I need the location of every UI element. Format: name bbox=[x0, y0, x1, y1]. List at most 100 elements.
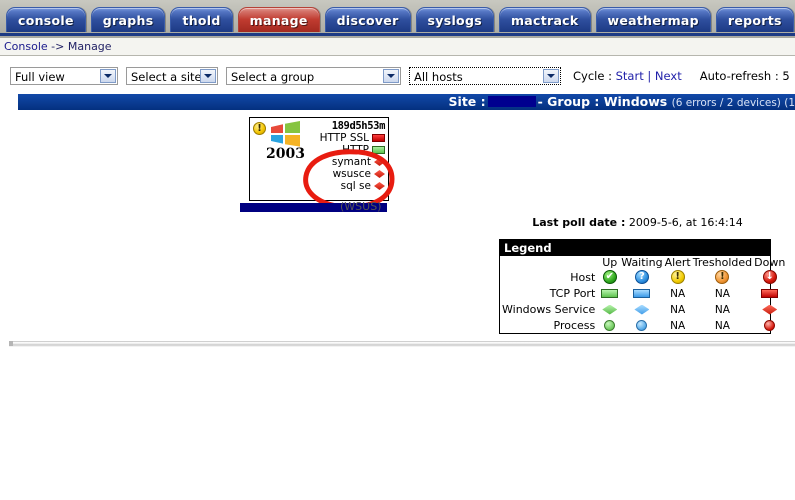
divider-knob bbox=[9, 341, 13, 346]
tab-bar-underline bbox=[0, 33, 795, 36]
legend-icon-glyph: ! bbox=[720, 271, 725, 282]
windows-service-down-icon bbox=[374, 170, 385, 178]
legend-row-label: Host bbox=[570, 270, 596, 284]
process-up-icon bbox=[604, 320, 616, 331]
tab-console[interactable]: console bbox=[6, 7, 86, 32]
not-available: NA bbox=[670, 287, 686, 300]
host-service-label: symant bbox=[331, 156, 371, 168]
last-poll-date: Last poll date : 2009-5-6, at 16:4:14 bbox=[500, 216, 775, 229]
chevron-down-icon[interactable] bbox=[543, 69, 559, 83]
tab-graphs[interactable]: graphs bbox=[90, 7, 166, 32]
legend-cell bbox=[599, 301, 620, 317]
process-waiting-icon bbox=[636, 320, 648, 331]
legend-cell: NA bbox=[664, 317, 692, 333]
chevron-down-icon[interactable] bbox=[100, 69, 116, 83]
tab-mactrack[interactable]: mactrack bbox=[498, 7, 591, 32]
legend-body: Host ✔?!! ↓ TCP Port NA NA Windows Service NA NA… bbox=[500, 269, 786, 333]
tcp-port-down-icon bbox=[761, 289, 779, 298]
cycle-start-link[interactable]: Start bbox=[616, 69, 644, 83]
cycle-next-link[interactable]: Next bbox=[655, 69, 682, 83]
tab-reports[interactable]: reports bbox=[715, 7, 794, 32]
legend-corner-cell bbox=[500, 256, 599, 269]
tcp-port-down-icon bbox=[372, 134, 385, 142]
not-available: NA bbox=[714, 303, 730, 316]
windows-service-up-icon bbox=[602, 304, 618, 315]
legend-icon-glyph: ? bbox=[639, 271, 645, 282]
tab-thold[interactable]: thold bbox=[170, 7, 233, 32]
last-poll-value: 2009-5-6, at 16:4:14 bbox=[628, 216, 743, 229]
legend-cell: NA bbox=[664, 285, 692, 301]
host-card-os-block: ! 2003 bbox=[252, 120, 310, 166]
tab-label: mactrack bbox=[510, 12, 579, 28]
legend-cell bbox=[753, 301, 786, 317]
tcp-port-up-icon bbox=[601, 289, 619, 298]
host-service-list: symant wsusce sql se bbox=[303, 156, 385, 192]
legend-cell bbox=[620, 285, 663, 301]
view-select[interactable]: Full view bbox=[10, 67, 118, 85]
tab-label: syslogs bbox=[427, 12, 482, 28]
breadcrumb-current: Manage bbox=[67, 40, 112, 53]
legend-row: Host ✔?!! ↓ bbox=[500, 269, 786, 285]
tab-weathermap[interactable]: weathermap bbox=[595, 7, 711, 32]
host-card[interactable]: ! 2003 189d5h53m HTTP SSL HTTP symant wsus… bbox=[249, 117, 389, 201]
legend-cell bbox=[599, 285, 620, 301]
group-label: - Group : bbox=[537, 94, 600, 109]
legend-cell: ! bbox=[664, 269, 692, 285]
chevron-down-icon[interactable] bbox=[383, 69, 399, 83]
legend-icon-glyph: ✔ bbox=[605, 271, 614, 282]
site-group-title-inner: Site : - Group : Windows (6 errors / 2 de… bbox=[449, 94, 795, 110]
host-up-icon: ✔ bbox=[602, 270, 617, 284]
tab-discover[interactable]: discover bbox=[324, 7, 411, 32]
legend-cell bbox=[753, 317, 786, 333]
warning-icon: ! bbox=[253, 122, 266, 135]
chevron-down-icon[interactable] bbox=[200, 69, 216, 83]
horizontal-divider bbox=[9, 341, 795, 347]
cycle-label: Cycle : bbox=[573, 69, 612, 83]
breadcrumb: Console -> Manage bbox=[0, 38, 795, 56]
host-port-list: HTTP SSL HTTP bbox=[307, 132, 385, 156]
legend-row-label: Windows Service bbox=[502, 302, 596, 316]
group-select-value: Select a group bbox=[231, 70, 315, 84]
legend-cell: NA bbox=[692, 317, 753, 333]
host-waiting-icon: ? bbox=[634, 270, 649, 284]
host-service-row: symant bbox=[303, 156, 385, 168]
legend-column-header: Tresholded bbox=[692, 256, 753, 269]
tab-manage[interactable]: manage bbox=[237, 7, 320, 32]
cycle-separator: | bbox=[647, 69, 652, 83]
hostname-suffix-label: (WSUS) bbox=[340, 200, 382, 213]
host-service-row: sql se bbox=[303, 180, 385, 192]
legend-cell bbox=[599, 317, 620, 333]
tab-syslogs[interactable]: syslogs bbox=[415, 7, 494, 32]
legend-cell: NA bbox=[692, 285, 753, 301]
group-select[interactable]: Select a group bbox=[226, 67, 401, 85]
tab-label: weathermap bbox=[607, 12, 699, 28]
legend-cell bbox=[620, 301, 663, 317]
windows-service-down-icon bbox=[762, 304, 778, 315]
tab-label: discover bbox=[336, 12, 399, 28]
windows-service-down-icon bbox=[374, 158, 385, 166]
breadcrumb-separator: -> bbox=[47, 40, 68, 53]
not-available: NA bbox=[714, 287, 730, 300]
site-value-redacted bbox=[487, 96, 536, 107]
legend-cell bbox=[753, 285, 786, 301]
page-root: console graphs thold manage discover syslogs m… bbox=[0, 0, 795, 500]
legend-cell: ↓ bbox=[753, 269, 786, 285]
main-tab-bar: console graphs thold manage discover syslogs m… bbox=[0, 0, 795, 38]
host-port-row: HTTP bbox=[307, 144, 385, 156]
legend-row: Windows Service NA NA bbox=[500, 301, 786, 317]
breadcrumb-console-link[interactable]: Console bbox=[4, 40, 48, 53]
windows-service-waiting-icon bbox=[634, 304, 650, 315]
host-uptime: 189d5h53m bbox=[331, 120, 386, 132]
host-port-label: HTTP SSL bbox=[319, 132, 369, 144]
legend-table: Up Waiting Alert Tresholded Down Host ✔?!! ↓ TC… bbox=[500, 256, 786, 333]
legend-title: Legend bbox=[500, 240, 770, 256]
tab-label: reports bbox=[727, 12, 782, 28]
legend-cell: NA bbox=[692, 301, 753, 317]
hosts-select[interactable]: All hosts bbox=[409, 67, 561, 85]
tab-strip: console graphs thold manage discover syslogs m… bbox=[6, 7, 794, 32]
not-available: NA bbox=[670, 303, 686, 316]
site-select[interactable]: Select a site bbox=[126, 67, 218, 85]
tab-label: manage bbox=[249, 12, 308, 28]
host-service-label: wsusce bbox=[332, 168, 371, 180]
tab-label: console bbox=[18, 12, 74, 28]
